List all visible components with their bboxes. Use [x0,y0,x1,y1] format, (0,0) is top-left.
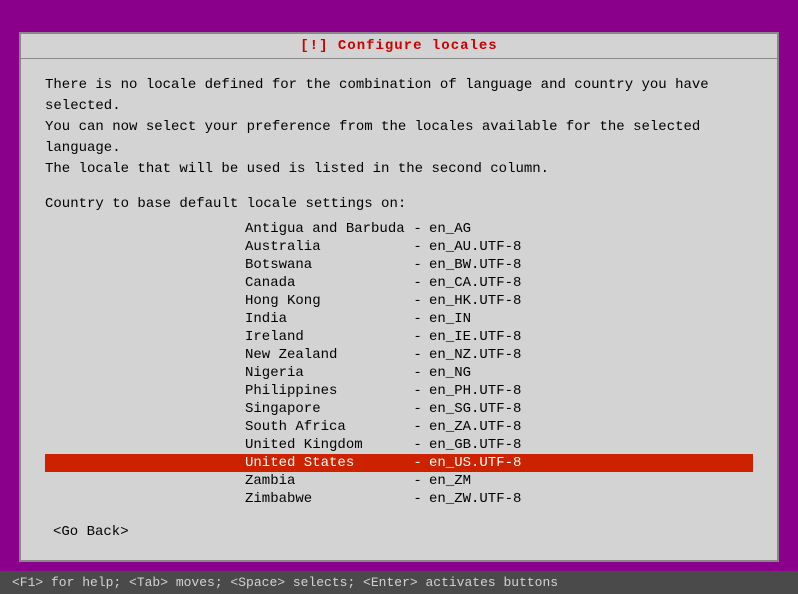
locale-code: en_IN [429,311,471,327]
list-item[interactable]: United States - en_US.UTF-8 [45,454,753,472]
list-item[interactable]: Singapore - en_SG.UTF-8 [45,400,753,418]
locale-dash: - [405,419,429,435]
locale-dash: - [405,311,429,327]
locale-code: en_AG [429,221,471,237]
locale-dash: - [405,275,429,291]
locale-country: India [245,311,405,327]
locale-country: Australia [245,239,405,255]
list-item[interactable]: United Kingdom - en_GB.UTF-8 [45,436,753,454]
country-label: Country to base default locale settings … [45,196,753,212]
help-text: <F1> for help; <Tab> moves; <Space> sele… [12,575,558,590]
locale-code: en_US.UTF-8 [429,455,521,471]
bottom-help-bar: <F1> for help; <Tab> moves; <Space> sele… [0,571,798,594]
locale-country: Zimbabwe [245,491,405,507]
locale-country: South Africa [245,419,405,435]
go-back-button[interactable]: <Go Back> [53,524,129,540]
list-item[interactable]: India - en_IN [45,310,753,328]
locale-code: en_AU.UTF-8 [429,239,521,255]
go-back-section: <Go Back> [45,524,753,540]
title-text: [!] Configure locales [300,38,497,54]
locale-dash: - [405,329,429,345]
locale-code: en_ZW.UTF-8 [429,491,521,507]
desc-line-2: You can now select your preference from … [45,117,753,159]
locale-country: Antigua and Barbuda [245,221,405,237]
locale-dash: - [405,257,429,273]
locale-code: en_ZM [429,473,471,489]
locale-dash: - [405,401,429,417]
terminal-window: [!] Configure locales There is no locale… [19,32,779,562]
locale-country: New Zealand [245,347,405,363]
locale-dash: - [405,437,429,453]
locale-code: en_CA.UTF-8 [429,275,521,291]
desc-line-1: There is no locale defined for the combi… [45,75,753,117]
locale-country: Canada [245,275,405,291]
content-area: There is no locale defined for the combi… [21,59,777,560]
desc-line-3: The locale that will be used is listed i… [45,159,753,180]
locale-code: en_SG.UTF-8 [429,401,521,417]
locale-country: Botswana [245,257,405,273]
locale-dash: - [405,293,429,309]
locale-dash: - [405,239,429,255]
locale-list[interactable]: Antigua and Barbuda - en_AGAustralia - e… [45,220,753,508]
locale-dash: - [405,455,429,471]
locale-code: en_IE.UTF-8 [429,329,521,345]
locale-code: en_NZ.UTF-8 [429,347,521,363]
list-item[interactable]: Canada - en_CA.UTF-8 [45,274,753,292]
locale-country: Hong Kong [245,293,405,309]
locale-dash: - [405,473,429,489]
locale-dash: - [405,365,429,381]
list-item[interactable]: Australia - en_AU.UTF-8 [45,238,753,256]
locale-country: Zambia [245,473,405,489]
locale-dash: - [405,491,429,507]
locale-dash: - [405,347,429,363]
locale-code: en_PH.UTF-8 [429,383,521,399]
locale-country: Nigeria [245,365,405,381]
locale-country: United Kingdom [245,437,405,453]
list-item[interactable]: South Africa - en_ZA.UTF-8 [45,418,753,436]
list-item[interactable]: Nigeria - en_NG [45,364,753,382]
list-item[interactable]: New Zealand - en_NZ.UTF-8 [45,346,753,364]
list-item[interactable]: Antigua and Barbuda - en_AG [45,220,753,238]
locale-country: Ireland [245,329,405,345]
locale-dash: - [405,383,429,399]
locale-code: en_GB.UTF-8 [429,437,521,453]
list-item[interactable]: Zimbabwe - en_ZW.UTF-8 [45,490,753,508]
list-item[interactable]: Hong Kong - en_HK.UTF-8 [45,292,753,310]
title-bar: [!] Configure locales [21,34,777,59]
locale-country: United States [245,455,405,471]
list-item[interactable]: Ireland - en_IE.UTF-8 [45,328,753,346]
locale-code: en_NG [429,365,471,381]
locale-country: Philippines [245,383,405,399]
description: There is no locale defined for the combi… [45,75,753,180]
list-item[interactable]: Philippines - en_PH.UTF-8 [45,382,753,400]
list-item[interactable]: Botswana - en_BW.UTF-8 [45,256,753,274]
locale-code: en_HK.UTF-8 [429,293,521,309]
locale-code: en_ZA.UTF-8 [429,419,521,435]
locale-dash: - [405,221,429,237]
locale-code: en_BW.UTF-8 [429,257,521,273]
list-item[interactable]: Zambia - en_ZM [45,472,753,490]
locale-country: Singapore [245,401,405,417]
